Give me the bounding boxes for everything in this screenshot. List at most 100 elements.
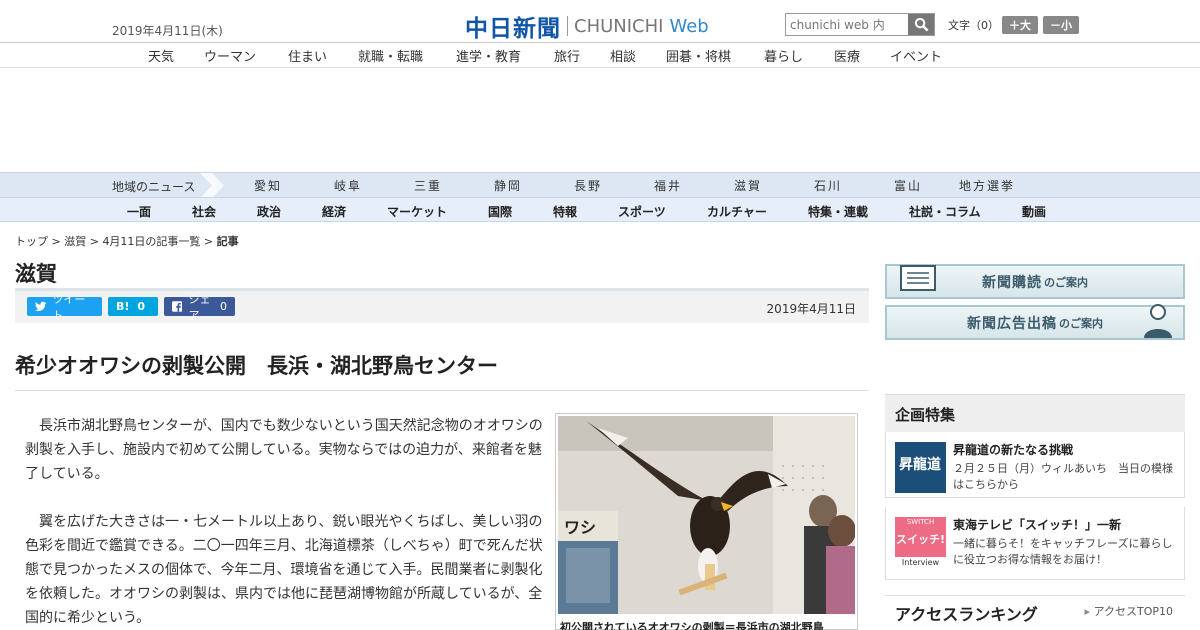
cat-video[interactable]: 動画	[1022, 203, 1046, 220]
nav-item-event[interactable]: イベント	[890, 46, 942, 65]
region-item-mie[interactable]: 三重	[414, 177, 442, 194]
article-body: 長浜市湖北野鳥センターが、国内でも数少ないという国天然記念物のオオワシの剥製を入…	[25, 414, 547, 630]
ranking-title: アクセスランキング	[895, 605, 1038, 624]
advertising-banner[interactable]: 新聞広告出稿 のご案内	[885, 304, 1185, 340]
region-item-gifu[interactable]: 岐阜	[334, 177, 362, 194]
headline-divider	[15, 390, 869, 391]
feature-thumbnail-sub: Interview	[895, 557, 946, 568]
facebook-share-button[interactable]: シェア 0	[164, 293, 235, 322]
subscription-banner[interactable]: 新聞購読 のご案内	[885, 264, 1185, 299]
breadcrumb-sep: >	[48, 235, 65, 248]
region-item-shizuoka[interactable]: 静岡	[494, 177, 522, 194]
cat-sports[interactable]: スポーツ	[618, 203, 666, 220]
nav-item-go-shogi[interactable]: 囲碁・将棋	[666, 46, 731, 65]
cat-editorial[interactable]: 社説・コラム	[909, 203, 981, 220]
article-paragraph: 翼を広げた大きさは一・七メートル以上あり、鋭い眼光やくちばし、美しい羽の色彩を間…	[25, 514, 543, 626]
cat-front-page[interactable]: 一面	[127, 203, 151, 220]
site-header: 2019年4月11日(木) 中日新聞 CHUNICHI Web 文字（0） ＋大…	[0, 0, 1200, 43]
region-item-toyama[interactable]: 富山	[894, 177, 922, 194]
chevron-right-icon: ▸	[1084, 605, 1094, 618]
cat-culture[interactable]: カルチャー	[707, 203, 767, 220]
feature-description: 一緒に暮らそ！をキャッチフレーズに暮らしに役立つお得な情報をお届け！	[953, 537, 1173, 566]
cat-features[interactable]: 特集・連載	[808, 203, 868, 220]
hatena-button[interactable]: B! 0	[108, 297, 158, 316]
advertising-banner-sub: のご案内	[1059, 316, 1103, 330]
breadcrumb-list[interactable]: 4月11日の記事一覧	[102, 235, 200, 248]
facebook-icon	[172, 301, 183, 312]
search-input[interactable]	[786, 14, 908, 35]
font-size-label: 文字（0）	[948, 19, 999, 32]
advertising-banner-label: 新聞広告出稿	[967, 315, 1057, 332]
ranking-link[interactable]: ▸ アクセスTOP10	[1085, 603, 1174, 619]
cat-market[interactable]: マーケット	[387, 203, 447, 220]
tweet-label: ツイート	[52, 292, 86, 322]
newspaper-icon	[900, 265, 936, 291]
breadcrumb-sep: >	[86, 235, 103, 248]
feature-thumbnail-text: 昇龍道	[899, 457, 941, 473]
logo-web: Web	[669, 15, 709, 37]
header-date: 2019年4月11日(木)	[112, 24, 223, 38]
site-search	[785, 13, 935, 36]
breadcrumb-sep: >	[200, 235, 217, 248]
breadcrumb: トップ > 滋賀 > 4月11日の記事一覧 > 記事	[15, 233, 239, 249]
region-arrow-icon	[200, 173, 224, 198]
facebook-share-count: 0	[220, 300, 227, 313]
nav-item-jobs[interactable]: 就職・転職	[358, 46, 423, 65]
features-section-title: 企画特集	[895, 406, 956, 424]
facebook-share-label: シェア	[188, 292, 211, 322]
nav-item-woman[interactable]: ウーマン	[204, 46, 256, 65]
ranking-link-label: アクセスTOP10	[1093, 605, 1173, 618]
region-item-shiga[interactable]: 滋賀	[734, 177, 762, 194]
feature-thumbnail: SWITCH スイッチ! Interview	[895, 517, 946, 568]
region-item-nagano[interactable]: 長野	[574, 177, 602, 194]
region-item-aichi[interactable]: 愛知	[254, 177, 282, 194]
feature-thumbnail: 昇龍道	[895, 442, 946, 493]
nav-item-education[interactable]: 進学・教育	[456, 46, 521, 65]
breadcrumb-pref[interactable]: 滋賀	[64, 235, 86, 248]
page: 2019年4月11日(木) 中日新聞 CHUNICHI Web 文字（0） ＋大…	[0, 0, 1200, 630]
feature-thumbnail-top: SWITCH	[906, 518, 935, 526]
nav-item-consult[interactable]: 相談	[610, 46, 636, 65]
feature-item[interactable]: 昇龍道 昇龍道の新たなる挑戦 ２月２５日（月）ウィルあいち 当日の模様はこちらか…	[885, 432, 1185, 498]
nav-item-medical[interactable]: 医療	[834, 46, 860, 65]
logo-divider	[567, 16, 568, 36]
cat-society[interactable]: 社会	[192, 203, 216, 220]
feature-title: 東海テレビ「スイッチ！」一新	[953, 518, 1122, 532]
cat-economy[interactable]: 経済	[322, 203, 346, 220]
breadcrumb-top[interactable]: トップ	[15, 235, 48, 248]
article-paragraph: 長浜市湖北野鳥センターが、国内でも数少ないという国天然記念物のオオワシの剥製を入…	[25, 418, 543, 482]
region-item-local-election[interactable]: 地方選挙	[959, 177, 1015, 194]
main-nav: 天気 ウーマン 住まい 就職・転職 進学・教育 旅行 相談 囲碁・将棋 暮らし …	[0, 42, 1200, 68]
region-nav-label: 地域のニュース	[112, 180, 196, 194]
nav-item-travel[interactable]: 旅行	[554, 46, 580, 65]
font-bigger-button[interactable]: ＋大	[1002, 16, 1038, 34]
search-button[interactable]	[908, 14, 934, 35]
nav-item-weather[interactable]: 天気	[148, 46, 174, 65]
font-smaller-button[interactable]: －小	[1043, 16, 1079, 34]
cat-international[interactable]: 国際	[488, 203, 512, 220]
region-item-ishikawa[interactable]: 石川	[814, 177, 842, 194]
tweet-button[interactable]: ツイート	[27, 293, 102, 322]
region-nav: 地域のニュース 愛知 岐阜 三重 静岡 長野 福井 滋賀 石川 富山 地方選挙	[0, 172, 1200, 198]
category-nav: 一面 社会 政治 経済 マーケット 国際 特報 スポーツ カルチャー 特集・連載…	[0, 197, 1200, 222]
nav-item-housing[interactable]: 住まい	[288, 46, 327, 65]
region-item-fukui[interactable]: 福井	[654, 177, 682, 194]
article-photo[interactable]: ワシ	[555, 413, 858, 630]
twitter-icon	[35, 301, 47, 312]
features-section-header: 企画特集	[885, 394, 1185, 432]
logo-english: CHUNICHI	[574, 15, 664, 37]
feature-thumbnail-main: スイッチ!	[896, 533, 946, 546]
search-icon	[914, 17, 928, 32]
eagle-photo-illustration: ワシ	[558, 416, 855, 614]
cat-politics[interactable]: 政治	[257, 203, 281, 220]
photo-caption: 初公開されているオオワシの剥製＝長浜市の湖北野鳥	[560, 621, 824, 630]
share-bar: ツイート B! 0 シェア 0 2019年4月11日	[15, 288, 869, 323]
cat-special-report[interactable]: 特報	[553, 203, 577, 220]
feature-item[interactable]: SWITCH スイッチ! Interview 東海テレビ「スイッチ！」一新 一緒…	[885, 507, 1185, 580]
article-date: 2019年4月11日	[766, 302, 856, 316]
article-headline: 希少オオワシの剥製公開 長浜・湖北野鳥センター	[15, 354, 498, 378]
nav-item-living[interactable]: 暮らし	[764, 46, 803, 65]
prefecture-title: 滋賀	[15, 262, 57, 286]
ad-space	[0, 68, 1200, 172]
site-logo[interactable]: 中日新聞 CHUNICHI Web	[465, 9, 709, 43]
